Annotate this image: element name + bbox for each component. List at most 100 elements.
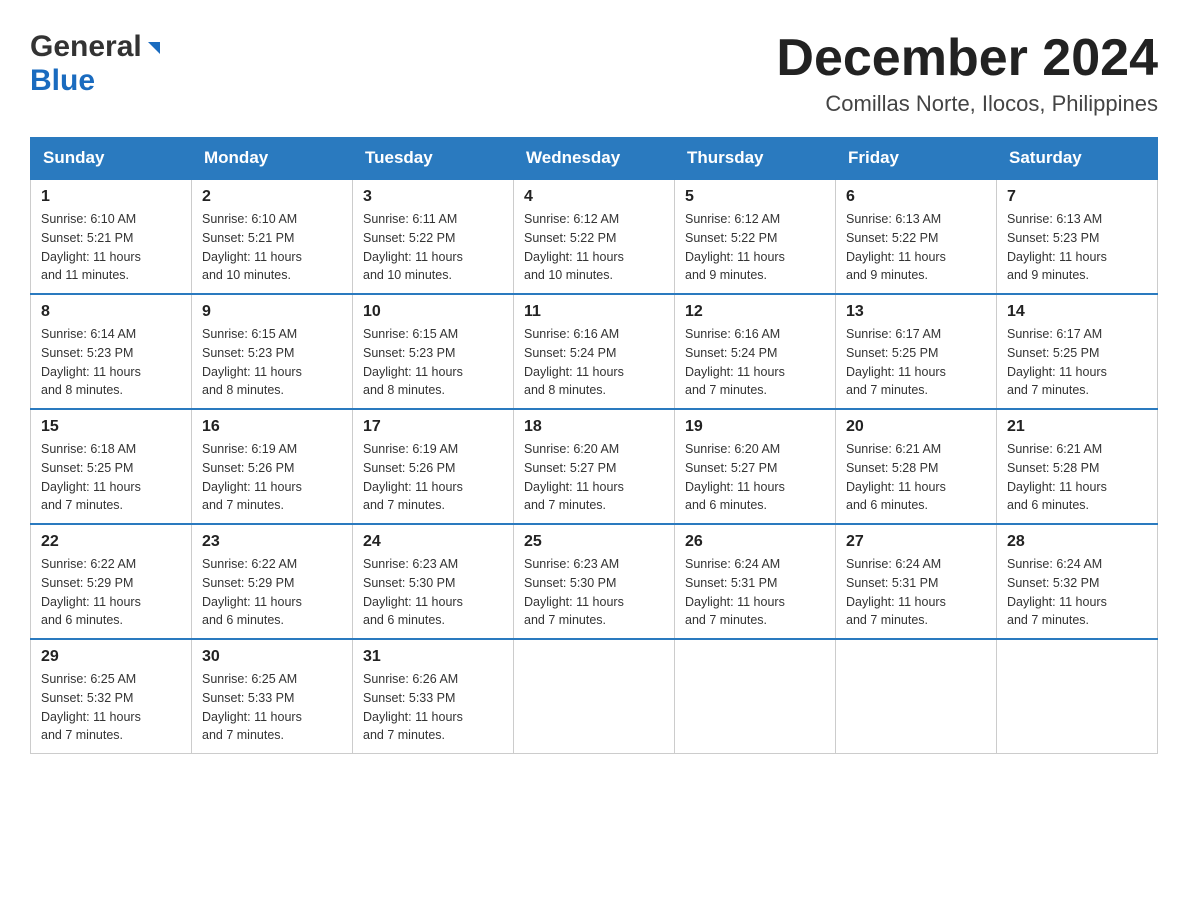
day-info: Sunrise: 6:11 AMSunset: 5:22 PMDaylight:… bbox=[363, 212, 463, 282]
calendar-cell: 17 Sunrise: 6:19 AMSunset: 5:26 PMDaylig… bbox=[353, 409, 514, 524]
day-info: Sunrise: 6:17 AMSunset: 5:25 PMDaylight:… bbox=[1007, 327, 1107, 397]
logo-general-text: General bbox=[30, 30, 142, 64]
day-info: Sunrise: 6:19 AMSunset: 5:26 PMDaylight:… bbox=[202, 442, 302, 512]
col-header-friday: Friday bbox=[836, 138, 997, 180]
calendar-cell bbox=[836, 639, 997, 754]
day-info: Sunrise: 6:23 AMSunset: 5:30 PMDaylight:… bbox=[363, 557, 463, 627]
calendar-cell: 31 Sunrise: 6:26 AMSunset: 5:33 PMDaylig… bbox=[353, 639, 514, 754]
day-number: 8 bbox=[41, 303, 181, 321]
calendar-cell: 28 Sunrise: 6:24 AMSunset: 5:32 PMDaylig… bbox=[997, 524, 1158, 639]
day-info: Sunrise: 6:23 AMSunset: 5:30 PMDaylight:… bbox=[524, 557, 624, 627]
calendar-cell bbox=[514, 639, 675, 754]
day-info: Sunrise: 6:16 AMSunset: 5:24 PMDaylight:… bbox=[524, 327, 624, 397]
day-info: Sunrise: 6:26 AMSunset: 5:33 PMDaylight:… bbox=[363, 672, 463, 742]
day-number: 19 bbox=[685, 418, 825, 436]
day-number: 7 bbox=[1007, 188, 1147, 206]
calendar-table: SundayMondayTuesdayWednesdayThursdayFrid… bbox=[30, 137, 1158, 754]
calendar-cell: 23 Sunrise: 6:22 AMSunset: 5:29 PMDaylig… bbox=[192, 524, 353, 639]
col-header-thursday: Thursday bbox=[675, 138, 836, 180]
calendar-cell: 19 Sunrise: 6:20 AMSunset: 5:27 PMDaylig… bbox=[675, 409, 836, 524]
day-number: 1 bbox=[41, 188, 181, 206]
col-header-sunday: Sunday bbox=[31, 138, 192, 180]
title-area: December 2024 Comillas Norte, Ilocos, Ph… bbox=[776, 30, 1158, 117]
day-info: Sunrise: 6:15 AMSunset: 5:23 PMDaylight:… bbox=[363, 327, 463, 397]
day-info: Sunrise: 6:18 AMSunset: 5:25 PMDaylight:… bbox=[41, 442, 141, 512]
calendar-cell: 9 Sunrise: 6:15 AMSunset: 5:23 PMDayligh… bbox=[192, 294, 353, 409]
day-info: Sunrise: 6:25 AMSunset: 5:33 PMDaylight:… bbox=[202, 672, 302, 742]
calendar-cell: 2 Sunrise: 6:10 AMSunset: 5:21 PMDayligh… bbox=[192, 179, 353, 294]
calendar-cell bbox=[997, 639, 1158, 754]
day-number: 2 bbox=[202, 188, 342, 206]
day-number: 29 bbox=[41, 648, 181, 666]
calendar-cell: 30 Sunrise: 6:25 AMSunset: 5:33 PMDaylig… bbox=[192, 639, 353, 754]
calendar-header-row: SundayMondayTuesdayWednesdayThursdayFrid… bbox=[31, 138, 1158, 180]
day-info: Sunrise: 6:25 AMSunset: 5:32 PMDaylight:… bbox=[41, 672, 141, 742]
calendar-cell: 10 Sunrise: 6:15 AMSunset: 5:23 PMDaylig… bbox=[353, 294, 514, 409]
day-number: 30 bbox=[202, 648, 342, 666]
col-header-wednesday: Wednesday bbox=[514, 138, 675, 180]
calendar-cell: 22 Sunrise: 6:22 AMSunset: 5:29 PMDaylig… bbox=[31, 524, 192, 639]
day-info: Sunrise: 6:10 AMSunset: 5:21 PMDaylight:… bbox=[202, 212, 302, 282]
calendar-week-row: 22 Sunrise: 6:22 AMSunset: 5:29 PMDaylig… bbox=[31, 524, 1158, 639]
day-info: Sunrise: 6:15 AMSunset: 5:23 PMDaylight:… bbox=[202, 327, 302, 397]
day-number: 22 bbox=[41, 533, 181, 551]
day-info: Sunrise: 6:20 AMSunset: 5:27 PMDaylight:… bbox=[524, 442, 624, 512]
day-number: 3 bbox=[363, 188, 503, 206]
col-header-tuesday: Tuesday bbox=[353, 138, 514, 180]
day-number: 23 bbox=[202, 533, 342, 551]
day-number: 18 bbox=[524, 418, 664, 436]
day-info: Sunrise: 6:21 AMSunset: 5:28 PMDaylight:… bbox=[846, 442, 946, 512]
day-info: Sunrise: 6:12 AMSunset: 5:22 PMDaylight:… bbox=[524, 212, 624, 282]
calendar-cell: 16 Sunrise: 6:19 AMSunset: 5:26 PMDaylig… bbox=[192, 409, 353, 524]
day-number: 14 bbox=[1007, 303, 1147, 321]
day-number: 26 bbox=[685, 533, 825, 551]
calendar-week-row: 8 Sunrise: 6:14 AMSunset: 5:23 PMDayligh… bbox=[31, 294, 1158, 409]
day-number: 31 bbox=[363, 648, 503, 666]
logo-blue-text: Blue bbox=[30, 64, 95, 97]
day-info: Sunrise: 6:24 AMSunset: 5:32 PMDaylight:… bbox=[1007, 557, 1107, 627]
day-number: 15 bbox=[41, 418, 181, 436]
day-number: 4 bbox=[524, 188, 664, 206]
month-title: December 2024 bbox=[776, 30, 1158, 87]
calendar-cell: 12 Sunrise: 6:16 AMSunset: 5:24 PMDaylig… bbox=[675, 294, 836, 409]
day-info: Sunrise: 6:13 AMSunset: 5:23 PMDaylight:… bbox=[1007, 212, 1107, 282]
calendar-cell: 3 Sunrise: 6:11 AMSunset: 5:22 PMDayligh… bbox=[353, 179, 514, 294]
calendar-cell: 20 Sunrise: 6:21 AMSunset: 5:28 PMDaylig… bbox=[836, 409, 997, 524]
calendar-cell: 7 Sunrise: 6:13 AMSunset: 5:23 PMDayligh… bbox=[997, 179, 1158, 294]
col-header-saturday: Saturday bbox=[997, 138, 1158, 180]
calendar-cell: 15 Sunrise: 6:18 AMSunset: 5:25 PMDaylig… bbox=[31, 409, 192, 524]
day-number: 25 bbox=[524, 533, 664, 551]
day-number: 12 bbox=[685, 303, 825, 321]
location-subtitle: Comillas Norte, Ilocos, Philippines bbox=[776, 91, 1158, 117]
calendar-cell: 14 Sunrise: 6:17 AMSunset: 5:25 PMDaylig… bbox=[997, 294, 1158, 409]
calendar-cell: 25 Sunrise: 6:23 AMSunset: 5:30 PMDaylig… bbox=[514, 524, 675, 639]
calendar-cell: 21 Sunrise: 6:21 AMSunset: 5:28 PMDaylig… bbox=[997, 409, 1158, 524]
day-number: 20 bbox=[846, 418, 986, 436]
calendar-cell: 13 Sunrise: 6:17 AMSunset: 5:25 PMDaylig… bbox=[836, 294, 997, 409]
day-info: Sunrise: 6:12 AMSunset: 5:22 PMDaylight:… bbox=[685, 212, 785, 282]
day-info: Sunrise: 6:22 AMSunset: 5:29 PMDaylight:… bbox=[202, 557, 302, 627]
day-info: Sunrise: 6:22 AMSunset: 5:29 PMDaylight:… bbox=[41, 557, 141, 627]
calendar-cell bbox=[675, 639, 836, 754]
day-info: Sunrise: 6:19 AMSunset: 5:26 PMDaylight:… bbox=[363, 442, 463, 512]
calendar-week-row: 15 Sunrise: 6:18 AMSunset: 5:25 PMDaylig… bbox=[31, 409, 1158, 524]
calendar-week-row: 29 Sunrise: 6:25 AMSunset: 5:32 PMDaylig… bbox=[31, 639, 1158, 754]
day-number: 16 bbox=[202, 418, 342, 436]
calendar-cell: 29 Sunrise: 6:25 AMSunset: 5:32 PMDaylig… bbox=[31, 639, 192, 754]
day-number: 21 bbox=[1007, 418, 1147, 436]
day-number: 13 bbox=[846, 303, 986, 321]
calendar-cell: 4 Sunrise: 6:12 AMSunset: 5:22 PMDayligh… bbox=[514, 179, 675, 294]
calendar-cell: 18 Sunrise: 6:20 AMSunset: 5:27 PMDaylig… bbox=[514, 409, 675, 524]
day-info: Sunrise: 6:10 AMSunset: 5:21 PMDaylight:… bbox=[41, 212, 141, 282]
calendar-week-row: 1 Sunrise: 6:10 AMSunset: 5:21 PMDayligh… bbox=[31, 179, 1158, 294]
logo-triangle-icon bbox=[144, 38, 164, 58]
day-number: 17 bbox=[363, 418, 503, 436]
day-number: 27 bbox=[846, 533, 986, 551]
day-info: Sunrise: 6:21 AMSunset: 5:28 PMDaylight:… bbox=[1007, 442, 1107, 512]
page-header: General Blue December 2024 Comillas Nort… bbox=[30, 30, 1158, 117]
day-info: Sunrise: 6:14 AMSunset: 5:23 PMDaylight:… bbox=[41, 327, 141, 397]
day-info: Sunrise: 6:17 AMSunset: 5:25 PMDaylight:… bbox=[846, 327, 946, 397]
calendar-cell: 27 Sunrise: 6:24 AMSunset: 5:31 PMDaylig… bbox=[836, 524, 997, 639]
calendar-cell: 6 Sunrise: 6:13 AMSunset: 5:22 PMDayligh… bbox=[836, 179, 997, 294]
day-number: 10 bbox=[363, 303, 503, 321]
